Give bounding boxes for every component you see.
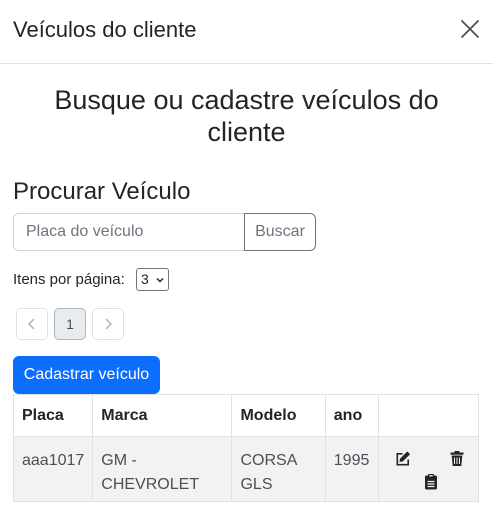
modal-title: Veículos do cliente <box>13 17 197 42</box>
cell-ano: 1995 <box>324 436 379 502</box>
chevron-right-icon <box>105 318 113 330</box>
modal-header: Veículos do cliente <box>0 0 493 64</box>
close-icon <box>461 20 479 38</box>
plate-search-input[interactable] <box>13 213 245 251</box>
cell-marca: GM - CHEVROLET <box>92 436 233 502</box>
edit-icon[interactable] <box>395 450 411 467</box>
page-heading: Busque ou cadastre veículos do cliente <box>54 85 439 147</box>
clipboard-icon[interactable] <box>423 473 439 490</box>
vehicles-table: Placa Marca Modelo ano aaa1017 GM - CHEV… <box>12 394 480 502</box>
column-header-placa: Placa <box>12 394 94 437</box>
chevron-left-icon <box>27 318 35 330</box>
search-button[interactable]: Buscar <box>244 213 316 251</box>
per-page-value: 3 <box>141 271 149 287</box>
column-header-actions <box>377 394 480 437</box>
cell-placa: aaa1017 <box>12 436 94 502</box>
per-page-label: Itens por página: <box>13 271 125 288</box>
pagination-prev-button[interactable] <box>16 308 48 340</box>
pagination-next-button[interactable] <box>92 308 124 340</box>
per-page-select[interactable]: 3 <box>136 268 169 291</box>
close-button[interactable] <box>459 18 481 40</box>
cell-actions <box>377 436 480 502</box>
column-header-ano: ano <box>324 394 379 437</box>
search-section-title: Procurar Veículo <box>13 178 191 205</box>
cell-modelo: CORSA GLS <box>231 436 326 502</box>
column-header-modelo: Modelo <box>231 394 326 437</box>
chevron-down-icon <box>156 277 164 283</box>
add-vehicle-button[interactable]: Cadastrar veículo <box>13 356 160 394</box>
column-header-marca: Marca <box>92 394 233 437</box>
table-header-row: Placa Marca Modelo ano <box>12 394 480 437</box>
trash-icon[interactable] <box>449 450 465 467</box>
pagination-page-button[interactable]: 1 <box>54 308 86 340</box>
table-row: aaa1017 GM - CHEVROLET CORSA GLS 1995 <box>12 436 480 502</box>
